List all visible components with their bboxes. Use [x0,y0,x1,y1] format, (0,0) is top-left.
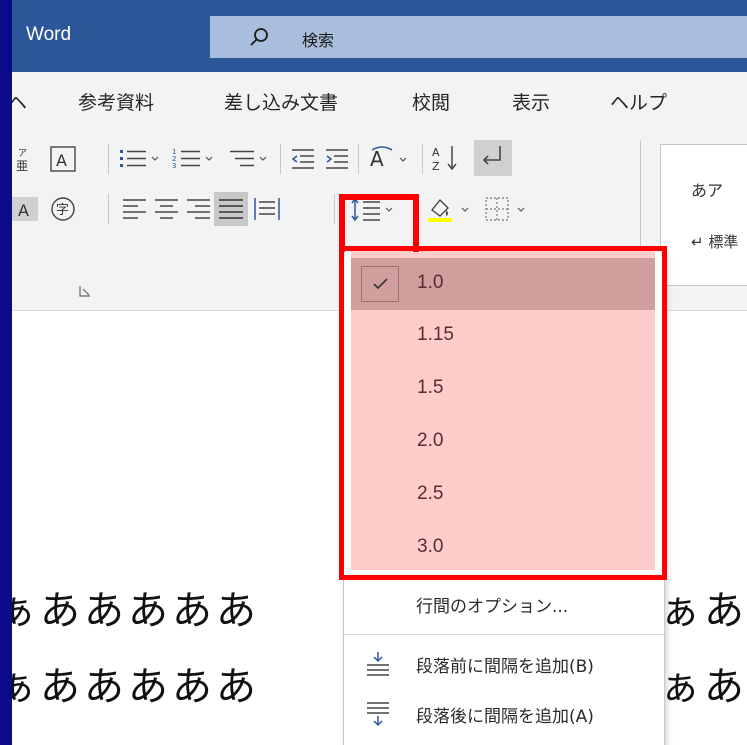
asian-layout-icon[interactable]: A [366,142,414,174]
search-box[interactable]: 検索 [210,16,747,58]
menu-label: 段落前に間隔を追加(B) [416,657,594,677]
ribbon-divider [358,144,359,174]
document-text-line: ぁあああああ [12,664,260,710]
svg-text:ア: ア [18,149,27,159]
tab-home-partial[interactable]: ヘ [12,88,27,115]
document-text-line: ぁあああああ [12,588,260,634]
increase-indent-icon[interactable] [322,146,352,172]
multilevel-list-icon[interactable] [226,146,274,172]
show-paragraph-marks-icon[interactable] [474,140,512,176]
svg-text:Z: Z [432,160,440,173]
document-text-line: ぁあ [660,588,747,634]
ribbon-divider [280,144,281,174]
styles-gallery[interactable]: あア ↵ 標準 [660,144,747,286]
ribbon-divider [108,194,109,224]
add-space-after-item[interactable]: 段落後に間隔を追加(A) [344,688,664,738]
phonetic-guide-icon[interactable]: ア 亜 [12,144,42,174]
bullets-icon[interactable] [118,146,166,172]
annotation-frame-options [339,246,667,580]
space-after-icon [367,702,389,727]
style-sample-name: ↵ 標準 [691,233,739,251]
menu-separator [344,634,664,635]
tab-help[interactable]: ヘルプ [610,88,667,115]
annotation-frame-button [339,194,419,252]
justify-icon[interactable] [214,192,248,226]
ribbon-divider [422,144,423,174]
document-text-line: ぁあ [660,664,747,710]
svg-text:字: 字 [56,203,69,218]
svg-text:3: 3 [172,162,176,170]
enclosed-characters-icon[interactable]: 字 [48,194,78,224]
numbering-icon[interactable]: 1 2 3 [172,146,220,172]
tab-references[interactable]: 参考資料 [78,88,154,115]
add-space-before-item[interactable]: 段落前に間隔を追加(B) [344,638,664,688]
app-name: Word [26,24,72,45]
space-before-icon [367,652,389,676]
ribbon-divider [108,144,109,174]
line-spacing-options-item[interactable]: 行間のオプション... [344,578,664,628]
search-icon [250,28,268,46]
menu-label: 行間のオプション... [416,597,569,617]
svg-text:亜: 亜 [16,159,28,173]
decrease-indent-icon[interactable] [288,146,318,172]
paragraph-dialog-launcher-icon[interactable] [78,284,92,298]
ribbon-tabs: ヘ 参考資料 差し込み文書 校閲 表示 ヘルプ [12,72,747,130]
align-right-icon[interactable] [184,196,214,222]
character-shading-icon[interactable]: A [12,194,42,224]
shading-icon[interactable] [424,194,480,224]
character-border-icon[interactable]: A [48,144,78,174]
style-sample-preview: あア [691,181,724,200]
search-placeholder: 検索 [302,31,335,50]
menu-label: 段落後に間隔を追加(A) [416,707,594,727]
ribbon-divider [334,194,335,224]
svg-text:A: A [18,201,29,220]
sort-icon[interactable]: A Z [430,142,464,174]
tab-review[interactable]: 校閲 [412,88,450,115]
distributed-icon[interactable] [252,196,282,222]
align-center-icon[interactable] [152,196,182,222]
tab-mailings[interactable]: 差し込み文書 [224,88,338,115]
svg-text:A: A [370,147,384,171]
tab-view[interactable]: 表示 [512,88,550,115]
title-bar: Word 検索 [12,0,747,72]
svg-text:A: A [56,151,67,170]
svg-text:A: A [432,146,440,159]
borders-icon[interactable] [482,194,538,224]
align-left-icon[interactable] [120,196,150,222]
word-window: Word 検索 ヘ 参考資料 差し込み文書 校閲 表示 ヘルプ ア 亜 A 1 … [12,0,747,745]
